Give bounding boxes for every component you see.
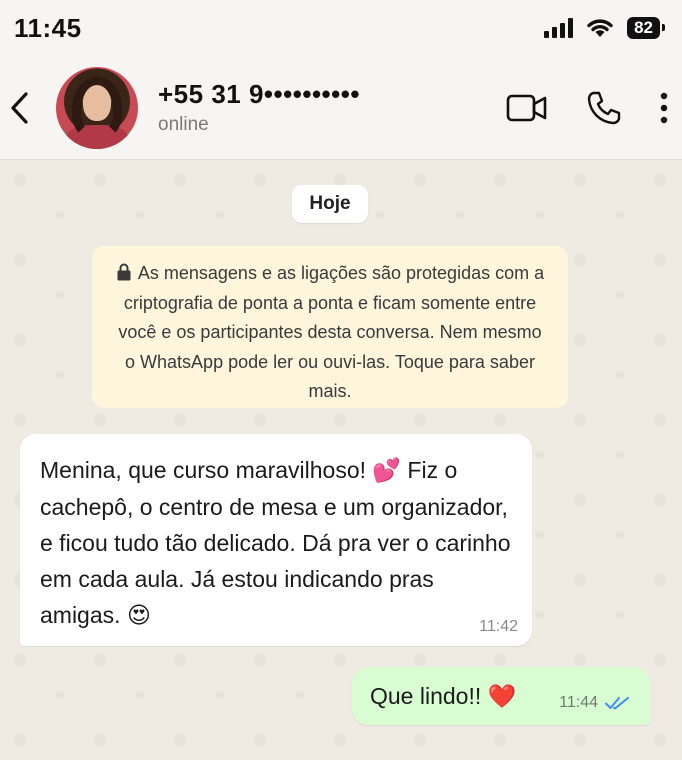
chevron-left-icon bbox=[11, 91, 28, 124]
video-call-icon[interactable] bbox=[506, 93, 548, 123]
signal-icon bbox=[544, 18, 574, 38]
status-bar: 11:45 82 bbox=[0, 0, 682, 56]
double-check-icon bbox=[605, 697, 629, 710]
back-button[interactable] bbox=[0, 78, 40, 138]
header-actions bbox=[506, 90, 668, 126]
contact-avatar[interactable] bbox=[56, 66, 138, 149]
outgoing-message[interactable]: Que lindo!! ❤️ 11:44 bbox=[352, 667, 650, 725]
encryption-notice-text: As mensagens e as ligações são protegida… bbox=[118, 263, 545, 401]
message-time: 11:42 bbox=[479, 618, 518, 635]
chat-header: +55 31 9•••••••••• online bbox=[0, 56, 682, 160]
message-meta: 11:44 bbox=[559, 694, 632, 712]
message-time: 11:44 bbox=[559, 694, 598, 711]
message-text: Menina, que curso maravilhoso! 💕 Fiz o c… bbox=[40, 452, 512, 634]
incoming-message[interactable]: Menina, que curso maravilhoso! 💕 Fiz o c… bbox=[20, 434, 532, 646]
message-text: Que lindo!! ❤️ bbox=[370, 683, 559, 710]
contact-status: online bbox=[158, 114, 209, 135]
battery-indicator: 82 bbox=[627, 17, 665, 39]
contact-name: +55 31 9•••••••••• bbox=[158, 79, 360, 109]
date-separator: Hoje bbox=[292, 185, 368, 223]
lock-icon bbox=[117, 263, 131, 281]
chat-area[interactable]: Hoje As mensagens e as ligações são prot… bbox=[0, 160, 682, 760]
more-options-icon[interactable] bbox=[660, 92, 668, 124]
whatsapp-chat-screen: 11:45 82 +55 31 9•••••••••• online Hoje … bbox=[0, 0, 682, 760]
contact-info[interactable]: +55 31 9•••••••••• online bbox=[158, 79, 506, 136]
red-heart-emoji: ❤️ bbox=[487, 683, 517, 710]
status-time: 11:45 bbox=[14, 12, 82, 43]
wifi-icon bbox=[587, 19, 613, 37]
heart-eyes-emoji: 😍 bbox=[126, 603, 151, 629]
message-text-part: Que lindo!! bbox=[370, 682, 488, 709]
voice-call-icon[interactable] bbox=[586, 90, 622, 126]
encryption-notice[interactable]: As mensagens e as ligações são protegida… bbox=[92, 246, 568, 408]
message-text-part: Menina, que curso maravilhoso! bbox=[40, 457, 373, 483]
status-icons: 82 bbox=[544, 17, 665, 39]
two-hearts-emoji: 💕 bbox=[372, 458, 402, 484]
